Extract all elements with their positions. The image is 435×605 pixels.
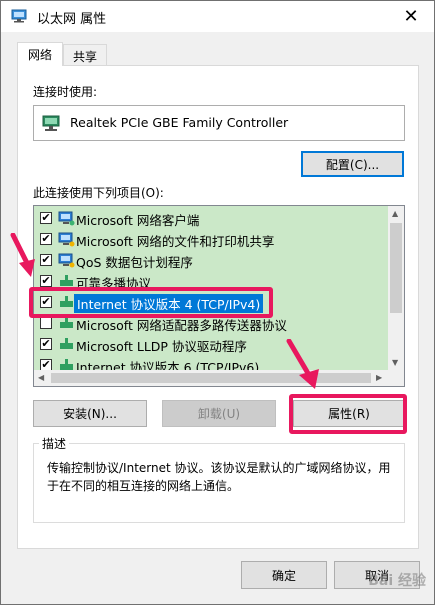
ok-button[interactable]: 确定 bbox=[241, 561, 327, 589]
annotation-arrow-icon bbox=[10, 233, 35, 277]
connect-using-label: 连接时使用: bbox=[33, 85, 98, 99]
description-title: 描述 bbox=[39, 435, 70, 452]
tab-network[interactable]: 网络 bbox=[17, 42, 63, 66]
scroll-left-icon[interactable]: ◀ bbox=[38, 373, 44, 382]
vertical-scroll-thumb[interactable] bbox=[390, 223, 402, 313]
list-item[interactable]: ✔ Microsoft LLDP 协议驱动程序 bbox=[34, 334, 389, 355]
scroll-up-icon[interactable]: ▲ bbox=[392, 209, 398, 218]
checkbox-lldp[interactable]: ✔ bbox=[40, 338, 52, 350]
ipv4-highlight-box bbox=[29, 287, 273, 318]
close-button[interactable]: ✕ bbox=[388, 1, 434, 32]
list-item-label: QoS 数据包计划程序 bbox=[76, 255, 193, 270]
description-text: 传输控制协议/Internet 协议。该协议是默认的广域网络协议，用于在不同的相… bbox=[47, 461, 391, 493]
checkbox-file-sharing[interactable]: ✔ bbox=[40, 233, 52, 245]
horizontal-scrollbar[interactable]: ◀ ▶ bbox=[34, 370, 404, 386]
adapter-field: Realtek PCIe GBE Family Controller bbox=[33, 105, 405, 141]
configure-button[interactable]: 配置(C)... bbox=[301, 151, 404, 177]
adapter-name: Realtek PCIe GBE Family Controller bbox=[70, 115, 289, 130]
vertical-scrollbar[interactable]: ▲ ▼ bbox=[388, 206, 404, 371]
items-label: 此连接使用下列项目(O): bbox=[33, 186, 164, 200]
list-item-label: Microsoft 网络的文件和打印机共享 bbox=[76, 234, 275, 249]
network-adapter-icon bbox=[42, 115, 60, 131]
list-item[interactable]: ✔ Microsoft 网络的文件和打印机共享 bbox=[34, 229, 389, 250]
network-adapter-icon bbox=[11, 9, 27, 23]
network-service-icon bbox=[58, 232, 75, 247]
list-item[interactable]: ✔ QoS 数据包计划程序 bbox=[34, 250, 389, 271]
properties-highlight-box bbox=[289, 394, 407, 434]
install-button[interactable]: 安装(N)... bbox=[33, 400, 147, 427]
cancel-button[interactable]: 取消 bbox=[334, 561, 420, 589]
network-client-icon bbox=[58, 211, 75, 226]
title-bar: 以太网 属性 ✕ bbox=[1, 1, 434, 32]
protocol-icon bbox=[60, 338, 73, 349]
window-title: 以太网 属性 bbox=[37, 12, 107, 27]
annotation-arrow-icon bbox=[286, 339, 319, 389]
checkbox-qos[interactable]: ✔ bbox=[40, 254, 52, 266]
checkbox-multiplexor[interactable] bbox=[40, 317, 52, 329]
checkbox-client[interactable]: ✔ bbox=[40, 212, 52, 224]
scroll-down-icon[interactable]: ▼ bbox=[392, 358, 398, 367]
list-item-label: Microsoft LLDP 协议驱动程序 bbox=[76, 339, 247, 354]
network-service-icon bbox=[58, 253, 75, 268]
list-item-label: Microsoft 网络客户端 bbox=[76, 213, 200, 228]
protocol-icon bbox=[60, 317, 73, 328]
uninstall-button[interactable]: 卸载(U) bbox=[162, 400, 276, 427]
scroll-right-icon[interactable]: ▶ bbox=[376, 373, 382, 382]
checkbox-multicast[interactable]: ✔ bbox=[40, 275, 52, 287]
tab-sharing[interactable]: 共享 bbox=[63, 44, 107, 66]
list-item[interactable]: ✔ Microsoft 网络客户端 bbox=[34, 208, 389, 229]
close-icon: ✕ bbox=[403, 6, 419, 27]
properties-dialog: 以太网 属性 ✕ 网络 共享 连接时使用: Realtek PCIe GBE F… bbox=[0, 0, 435, 605]
